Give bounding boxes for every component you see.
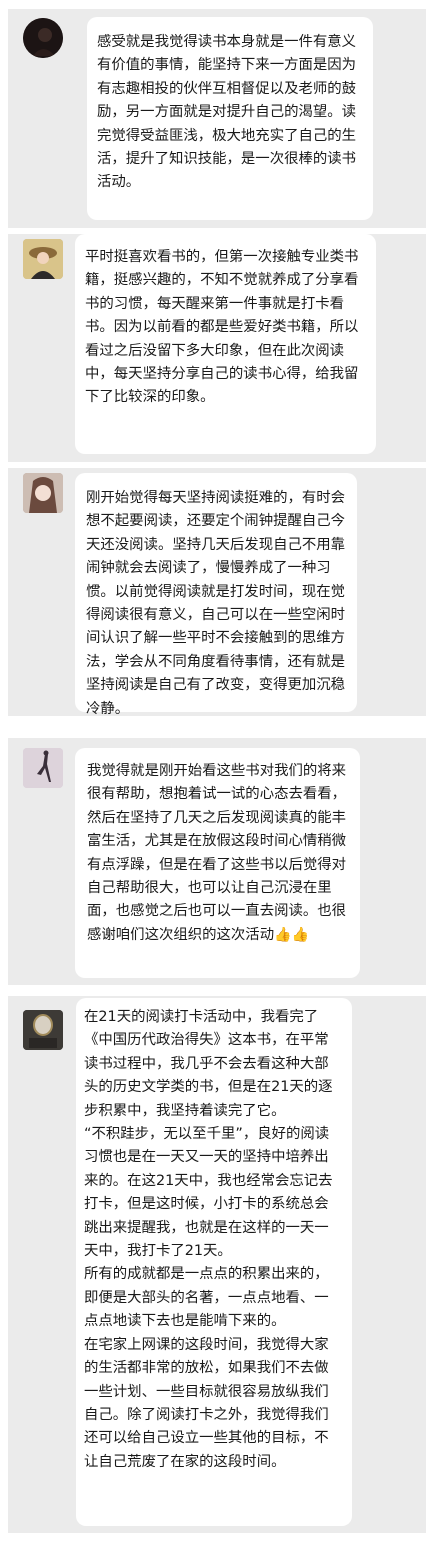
avatar[interactable]: [23, 473, 63, 513]
avatar[interactable]: [23, 748, 63, 788]
message-text: 平时挺喜欢看书的，但第一次接触专业类书籍，挺感兴趣的，不知不觉就养成了分享看书的…: [85, 249, 359, 406]
mirror-room-avatar-icon: [23, 1010, 63, 1050]
chat-panel-4: 我觉得就是刚开始看这些书对我们的将来很有帮助，想抱着试一试的心态去看看，然后在坚…: [8, 738, 426, 985]
girl-with-hat-avatar-icon: [23, 239, 63, 279]
message-text-wrapper: 我觉得就是刚开始看这些书对我们的将来很有帮助，想抱着试一试的心态去看看，然后在坚…: [87, 760, 351, 947]
chat-panel-2: 平时挺喜欢看书的，但第一次接触专业类书籍，挺感兴趣的，不知不觉就养成了分享看书的…: [8, 234, 426, 462]
message-bubble: 感受就是我觉得读书本身就是一件有意义有价值的事情，能坚持下来一方面是因为有志趣相…: [87, 17, 373, 220]
thumbs-up-icon: 👍👍: [274, 926, 309, 943]
message-paragraph: 在宅家上网课的这段时间，我觉得大家的生活都非常的放松，如果我们不去做一些计划、一…: [84, 1336, 329, 1470]
dark-portrait-avatar-icon: [23, 18, 63, 58]
message-bubble: 平时挺喜欢看书的，但第一次接触专业类书籍，挺感兴趣的，不知不觉就养成了分享看书的…: [75, 234, 376, 454]
dancer-silhouette-avatar-icon: [23, 748, 63, 788]
message-bubble: 我觉得就是刚开始看这些书对我们的将来很有帮助，想抱着试一试的心态去看看，然后在坚…: [75, 748, 360, 978]
avatar[interactable]: [23, 18, 63, 58]
message-paragraph: 在21天的阅读打卡活动中，我看完了《中国历代政治得失》这本书，在平常读书过程中，…: [84, 1009, 333, 1119]
message-text: 我觉得就是刚开始看这些书对我们的将来很有帮助，想抱着试一试的心态去看看，然后在坚…: [87, 763, 347, 943]
message-paragraph: “不积跬步，无以至千里”，良好的阅读习惯也是在一天又一天的坚持中培养出来的。在这…: [84, 1126, 333, 1260]
chat-panel-3: 刚开始觉得每天坚持阅读挺难的，有时会想不起要阅读，还要定个闹钟提醒自己今天还没阅…: [8, 468, 426, 717]
avatar[interactable]: [23, 239, 63, 279]
message-paragraph: 所有的成就都是一点点的积累出来的，即便是大部头的名著，一点点地看、一点点地读下去…: [84, 1266, 329, 1330]
chat-panel-5: 在21天的阅读打卡活动中，我看完了《中国历代政治得失》这本书，在平常读书过程中，…: [8, 996, 426, 1533]
message-bubble: 在21天的阅读打卡活动中，我看完了《中国历代政治得失》这本书，在平常读书过程中，…: [76, 998, 352, 1526]
anime-character-avatar-icon: [23, 473, 63, 513]
message-text: 刚开始觉得每天坚持阅读挺难的，有时会想不起要阅读，还要定个闹钟提醒自己今天还没阅…: [86, 490, 346, 717]
message-bubble: 刚开始觉得每天坚持阅读挺难的，有时会想不起要阅读，还要定个闹钟提醒自己今天还没阅…: [75, 473, 357, 717]
message-text: 感受就是我觉得读书本身就是一件有意义有价值的事情，能坚持下来一方面是因为有志趣相…: [97, 34, 357, 191]
chat-panel-1: 感受就是我觉得读书本身就是一件有意义有价值的事情，能坚持下来一方面是因为有志趣相…: [8, 9, 426, 228]
avatar[interactable]: [23, 1010, 63, 1050]
